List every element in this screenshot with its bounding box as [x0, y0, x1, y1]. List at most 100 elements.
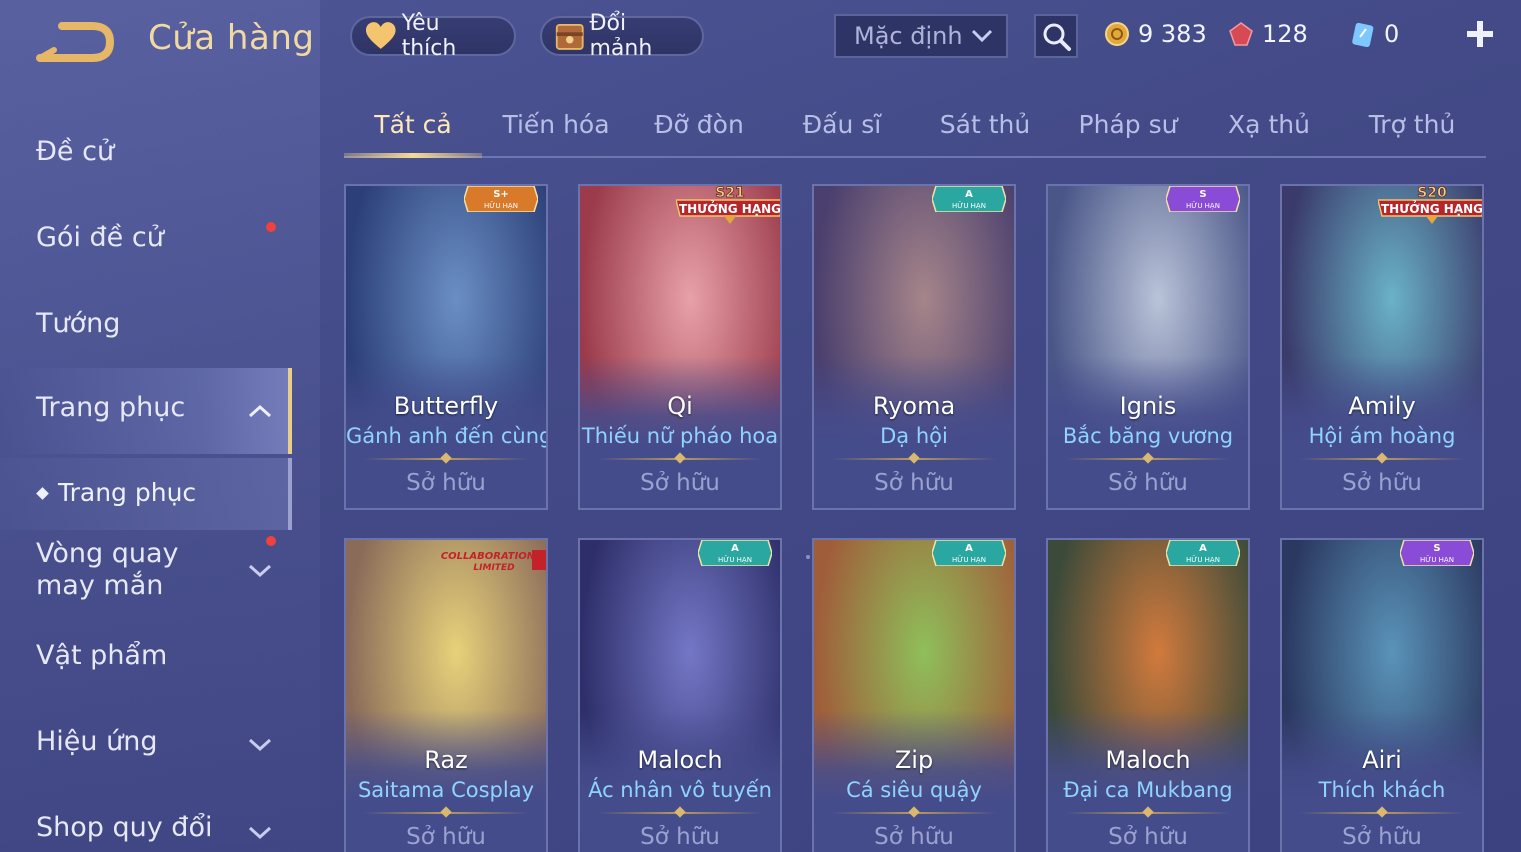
tab-mage[interactable]: Pháp sư: [1062, 110, 1194, 156]
sidebar-item-exchange-shop[interactable]: Shop quy đổi: [0, 808, 292, 852]
skin-card[interactable]: S21 THƯỞNG HẠNG Qi Thiếu nữ pháo hoa Sở hữu: [578, 184, 782, 510]
tab-label: Xạ thủ: [1228, 110, 1310, 139]
sidebar-item-skins[interactable]: Trang phục: [0, 368, 292, 454]
limited-tier-badge: A HỮU HẠN: [931, 540, 1007, 567]
tab-all[interactable]: Tất cả: [344, 110, 482, 158]
skin-name: Thiếu nữ pháo hoa: [581, 424, 779, 448]
sort-dropdown[interactable]: Mặc định: [834, 14, 1008, 58]
sidebar-item-label: Vật phẩm: [36, 640, 168, 671]
sidebar-item-lucky-spin[interactable]: Vòng quay may mắn: [0, 536, 292, 606]
hero-name: Butterfly: [393, 392, 499, 420]
active-tab-indicator: [344, 153, 482, 158]
ownership-status: Sở hữu: [1342, 470, 1422, 496]
rank-reward-badge: S20 THƯỞNG HẠNG: [1377, 186, 1483, 226]
rank-badge-icon: S20THƯỞNG HẠNG: [1377, 186, 1483, 224]
tabs-baseline: [344, 156, 1486, 158]
tab-label: Sát thủ: [939, 110, 1031, 139]
bullet-diamond-icon: [36, 487, 49, 500]
tab-tank[interactable]: Đỡ đòn: [634, 110, 764, 156]
tab-assassin[interactable]: Sát thủ: [920, 110, 1050, 156]
ruby-amount: 128: [1262, 20, 1308, 48]
collab-text: COLLABORATION: [441, 551, 536, 562]
plus-icon: [1467, 21, 1493, 47]
hero-name: Raz: [424, 746, 468, 774]
skin-name: Bắc băng vương: [1062, 424, 1234, 448]
tab-marksman[interactable]: Xạ thủ: [1206, 110, 1332, 156]
hero-name: Amily: [1348, 392, 1416, 420]
sidebar-subitem-skins[interactable]: Trang phục: [0, 458, 292, 530]
collaboration-badge: COLLABORATION LIMITED: [438, 546, 546, 578]
voucher-icon: [1352, 22, 1374, 47]
sidebar-item-featured[interactable]: Đề cử: [0, 134, 292, 174]
tab-label: Đỡ đòn: [654, 110, 744, 139]
tab-label: Trợ thủ: [1368, 110, 1456, 139]
tier-letter: A: [965, 189, 973, 200]
skin-card[interactable]: A HỮU HẠN Maloch Ác nhân vô tuyến Sở hữu: [578, 538, 782, 852]
voucher-balance: 0: [1350, 18, 1399, 50]
sidebar-item-label: Gói đề cử: [36, 222, 164, 253]
skin-card[interactable]: S20 THƯỞNG HẠNG Amily Hội ám hoàng Sở hữu: [1280, 184, 1484, 510]
favorites-button[interactable]: Yêu thích: [350, 11, 516, 61]
ownership-status: Sở hữu: [1108, 470, 1188, 496]
skin-card[interactable]: A HỮU HẠN Ryoma Dạ hội Sở hữu: [812, 184, 1016, 510]
page-title: Cửa hàng: [148, 18, 315, 58]
hero-name: Airi: [1362, 746, 1402, 774]
sidebar-item-label: Hiệu ứng: [36, 726, 158, 757]
skin-card[interactable]: S HỮU HẠN Ignis Bắc băng vương Sở hữu: [1046, 184, 1250, 510]
tier-letter: A: [731, 543, 739, 554]
limited-text: HỮU HẠN: [484, 201, 518, 210]
tier-badge-icon: SHỮU HẠN: [1165, 186, 1241, 213]
favorites-label: Yêu thích: [401, 11, 457, 61]
limited-tier-badge: S+ HỮU HẠN: [463, 186, 539, 213]
skin-card[interactable]: A HỮU HẠN Maloch Đại ca Mukbang Sở hữu: [1046, 538, 1250, 852]
ownership-status: Sở hữu: [406, 470, 486, 496]
sidebar-item-featured-bundles[interactable]: Gói đề cử: [0, 218, 292, 262]
tier-badge-icon: S+HỮU HẠN: [463, 186, 539, 213]
tier-letter: S: [1199, 189, 1206, 200]
skin-name: Gánh anh đến cùng: [346, 424, 548, 448]
season-label: S20: [1417, 186, 1447, 201]
skin-name: Hội ám hoàng: [1308, 424, 1456, 448]
add-currency-button[interactable]: [1464, 18, 1496, 50]
sidebar-item-label: Vòng quay may mắn: [36, 538, 179, 601]
skin-card[interactable]: S+ HỮU HẠN Butterfly Gánh anh đến cùng Sở hữ…: [344, 184, 548, 510]
skin-name: Ác nhân vô tuyến: [588, 778, 772, 802]
rank-reward-text: THƯỞNG HẠNG: [1381, 200, 1483, 216]
sidebar-item-items[interactable]: Vật phẩm: [0, 636, 292, 680]
shard-exchange-button[interactable]: Đổi mảnh: [540, 11, 704, 61]
tier-badge-icon: SHỮU HẠN: [1399, 540, 1475, 567]
ownership-status: Sở hữu: [1108, 824, 1188, 850]
search-button[interactable]: [1034, 14, 1078, 58]
collab-limited-text: LIMITED: [473, 563, 515, 573]
sidebar-item-heroes[interactable]: Tướng: [0, 304, 292, 348]
scroll-indicator: [806, 555, 810, 559]
tab-support[interactable]: Trợ thủ: [1346, 110, 1478, 156]
sidebar-item-label: Shop quy đổi: [36, 812, 213, 843]
skin-card[interactable]: COLLABORATION LIMITED Raz Saitama Cosplay Sở…: [344, 538, 548, 852]
skin-grid: S+ HỮU HẠN Butterfly Gánh anh đến cùng Sở hữ…: [344, 184, 1486, 852]
ownership-status: Sở hữu: [874, 824, 954, 850]
skin-card[interactable]: A HỮU HẠN Zip Cá siêu quậy Sở hữu: [812, 538, 1016, 852]
tab-fighter[interactable]: Đấu sĩ: [776, 110, 908, 156]
chevron-down-icon: [248, 826, 272, 840]
skin-name: Cá siêu quậy: [846, 778, 982, 802]
ownership-status: Sở hữu: [874, 470, 954, 496]
tab-evolution[interactable]: Tiến hóa: [490, 110, 622, 156]
ruby-gem-icon: [1229, 22, 1253, 46]
limited-text: HỮU HẠN: [1186, 201, 1220, 210]
skin-card[interactable]: S HỮU HẠN Airi Thích khách Sở hữu: [1280, 538, 1484, 852]
back-button[interactable]: [36, 20, 116, 64]
tier-letter: A: [1199, 543, 1207, 554]
limited-text: HỮU HẠN: [952, 201, 986, 210]
rank-reward-badge: S21 THƯỞNG HẠNG: [675, 186, 780, 226]
tier-badge-icon: AHỮU HẠN: [697, 540, 773, 567]
sidebar-item-effects[interactable]: Hiệu ứng: [0, 722, 292, 766]
limited-tier-badge: S HỮU HẠN: [1399, 540, 1475, 567]
notification-dot: [266, 222, 276, 232]
limited-tier-badge: S HỮU HẠN: [1165, 186, 1241, 213]
tier-badge-icon: AHỮU HẠN: [1165, 540, 1241, 567]
sidebar-subitem-label: Trang phục: [58, 478, 197, 507]
limited-text: HỮU HẠN: [718, 555, 752, 564]
tab-label: Đấu sĩ: [802, 110, 882, 139]
skin-name: Thích khách: [1318, 778, 1446, 802]
